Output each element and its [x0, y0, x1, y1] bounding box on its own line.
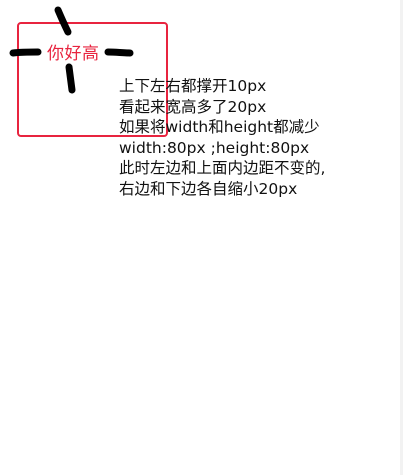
box-text: 你好高	[47, 44, 100, 64]
explanation-line-5: 此时左边和上面内边距不变的,	[119, 159, 326, 177]
explanation-text: 上下左右都撑开10px 看起来宽高多了20px 如果将width和height都…	[119, 76, 389, 199]
explanation-line-2: 看起来宽高多了20px	[119, 97, 267, 116]
explanation-line-1: 上下左右都撑开10px	[119, 77, 267, 95]
explanation-line-4: width:80px ;height:80px	[119, 138, 310, 157]
explanation-line-3: 如果将width和height都减少	[119, 118, 320, 136]
explanation-line-6: 右边和下边各自缩小20px	[119, 179, 298, 198]
